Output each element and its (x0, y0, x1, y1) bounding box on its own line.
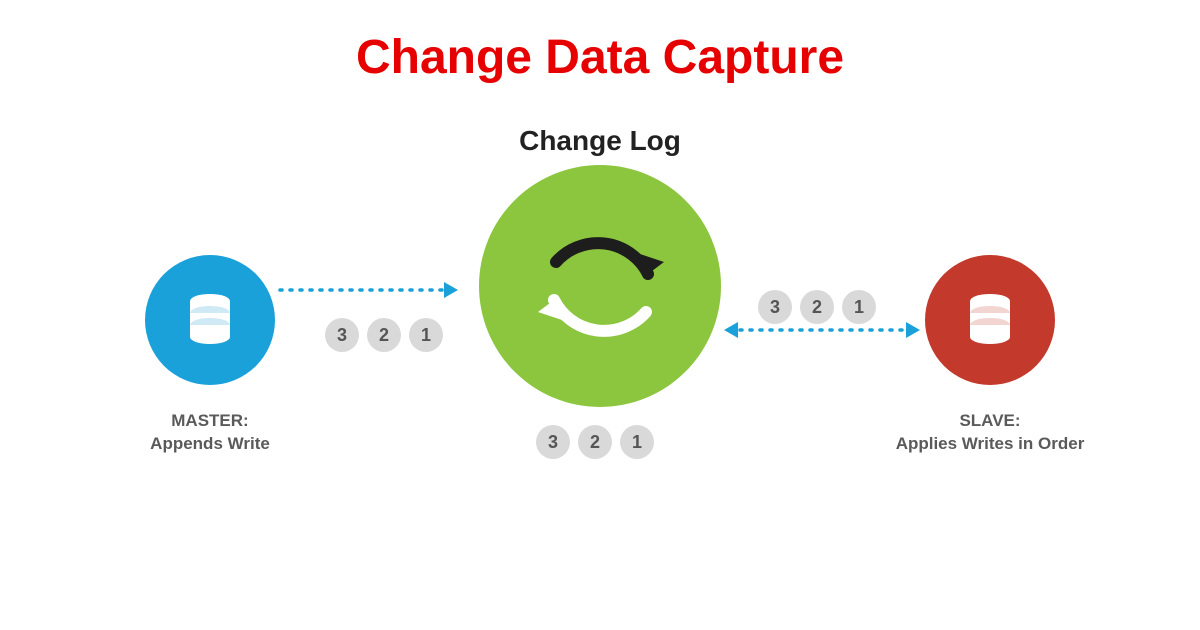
slave-node (925, 255, 1055, 385)
sequence-pills-left: 3 2 1 (325, 318, 443, 352)
database-icon (968, 293, 1012, 348)
cycle-arrows-icon (510, 196, 690, 376)
pill: 2 (367, 318, 401, 352)
master-node (145, 255, 275, 385)
sequence-pills-right: 3 2 1 (758, 290, 876, 324)
pill: 3 (536, 425, 570, 459)
page-title: Change Data Capture (0, 0, 1200, 85)
database-icon (188, 293, 232, 348)
pill: 1 (620, 425, 654, 459)
master-label: MASTER: Appends Write (110, 410, 310, 456)
pill: 1 (842, 290, 876, 324)
change-log-heading: Change Log (479, 125, 721, 157)
slave-label: SLAVE: Applies Writes in Order (880, 410, 1100, 456)
master-label-line1: MASTER: (171, 411, 248, 430)
pill: 2 (578, 425, 612, 459)
change-log-node (479, 165, 721, 407)
pill: 2 (800, 290, 834, 324)
slave-label-line1: SLAVE: (959, 411, 1020, 430)
arrow-master-to-log-icon (278, 275, 478, 305)
pill: 3 (758, 290, 792, 324)
master-label-line2: Appends Write (150, 434, 270, 453)
diagram-canvas: Change Log MASTER: Appends Write (0, 85, 1200, 605)
slave-label-line2: Applies Writes in Order (896, 434, 1085, 453)
pill: 3 (325, 318, 359, 352)
sequence-pills-center: 3 2 1 (536, 425, 654, 459)
pill: 1 (409, 318, 443, 352)
